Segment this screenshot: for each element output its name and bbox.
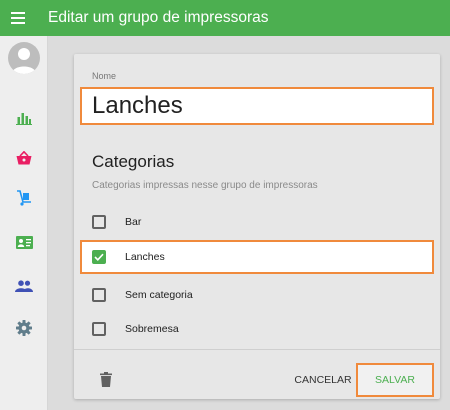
divider [74, 349, 440, 350]
category-row-sobremesa[interactable]: Sobremesa [80, 312, 434, 346]
sidebar-item-users[interactable] [0, 270, 48, 302]
category-row-bar[interactable]: Bar [80, 205, 434, 239]
categories-subtitle: Categorias impressas nesse grupo de impr… [92, 180, 318, 191]
user-avatar-icon [12, 48, 36, 74]
shopping-basket-icon [16, 151, 32, 165]
cancel-button[interactable]: CANCELAR [292, 368, 354, 392]
app-bar: Editar um grupo de impressoras [0, 0, 450, 36]
avatar[interactable] [8, 42, 40, 74]
menu-button[interactable] [0, 0, 36, 36]
sidebar-item-settings[interactable] [0, 312, 48, 344]
category-label: Lanches [125, 251, 165, 263]
save-button[interactable]: SALVAR [356, 363, 434, 397]
id-card-icon [15, 235, 33, 249]
category-row-lanches[interactable]: Lanches [80, 240, 434, 274]
page-title: Editar um grupo de impressoras [48, 9, 269, 26]
people-icon [15, 280, 33, 292]
gear-icon [16, 320, 32, 336]
name-label: Nome [92, 71, 117, 81]
sidebar-item-delivery[interactable] [0, 182, 48, 214]
category-label: Bar [125, 216, 142, 228]
bar-chart-icon [16, 113, 32, 125]
name-input[interactable] [80, 87, 434, 125]
menu-icon [11, 12, 25, 24]
sidebar-item-orders[interactable] [0, 142, 48, 174]
category-label: Sobremesa [125, 323, 179, 335]
category-label: Sem categoria [125, 289, 193, 301]
delete-button[interactable] [96, 369, 116, 389]
checkbox[interactable] [92, 288, 106, 302]
printer-group-form: Nome Categorias Categorias impressas nes… [74, 54, 440, 399]
hand-truck-icon [17, 190, 31, 206]
sidebar-item-reports[interactable] [0, 102, 48, 134]
checkbox[interactable] [92, 322, 106, 336]
checkbox-checked[interactable] [92, 250, 106, 264]
categories-title: Categorias [92, 152, 175, 171]
check-icon [94, 253, 104, 261]
sidebar-item-customers[interactable] [0, 226, 48, 258]
category-row-sem-categoria[interactable]: Sem categoria [80, 278, 434, 312]
checkbox[interactable] [92, 215, 106, 229]
sidebar [0, 36, 48, 410]
trash-icon [100, 371, 112, 387]
